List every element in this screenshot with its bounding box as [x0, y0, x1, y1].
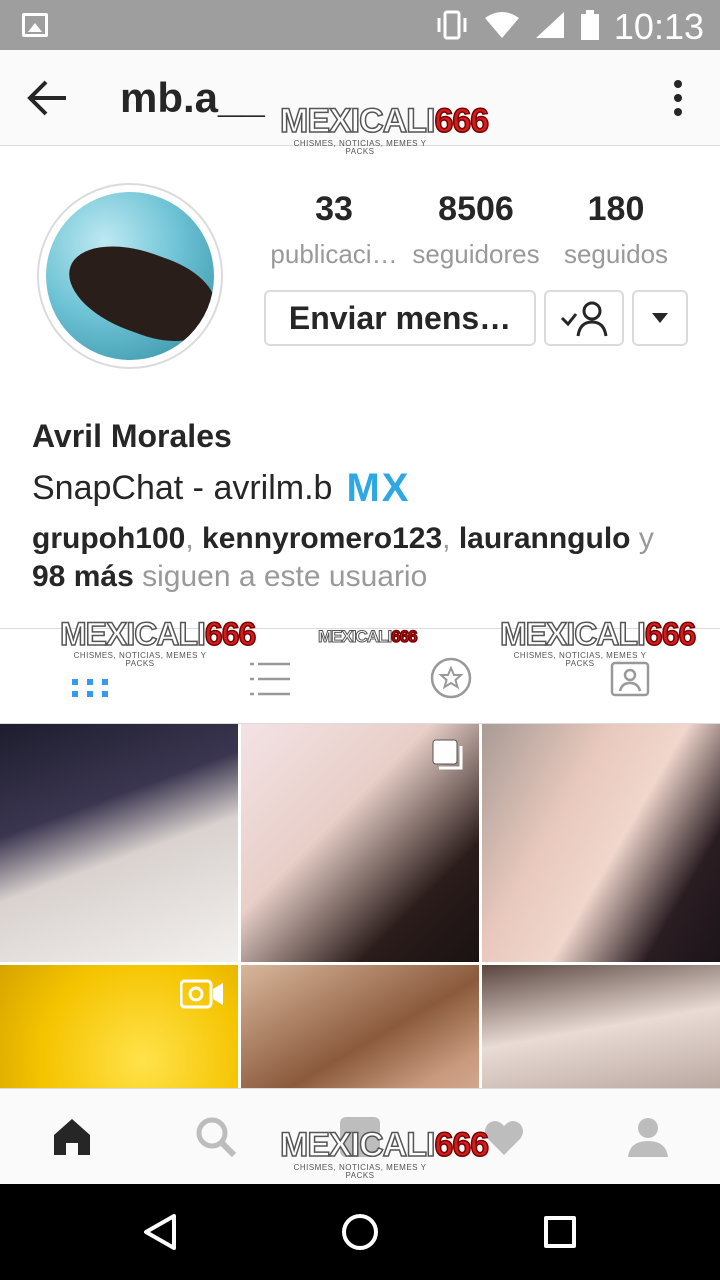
video-camera-icon: [180, 979, 223, 1009]
post-thumbnail[interactable]: [0, 724, 238, 962]
saved-star-icon[interactable]: [430, 657, 472, 699]
profile-avatar[interactable]: [37, 183, 223, 369]
watermark-logo: MEXICALI666 CHISMES, NOTICIAS, MEMES Y P…: [279, 1126, 490, 1180]
following-check-icon: [560, 301, 608, 337]
post-thumbnail[interactable]: [482, 724, 720, 962]
gallery-notification-icon: [22, 13, 48, 37]
chevron-down-icon: [652, 313, 668, 323]
status-bar: 10:13: [0, 0, 720, 50]
post-thumbnail[interactable]: [241, 724, 479, 962]
post-thumbnail[interactable]: [241, 965, 479, 1088]
carousel-icon: [432, 739, 463, 770]
post-thumbnail[interactable]: [482, 965, 720, 1088]
wifi-icon: [485, 12, 519, 38]
search-icon[interactable]: [194, 1115, 238, 1159]
profile-bio: SnapChat - avrilm.b MX: [32, 466, 410, 511]
suggestions-dropdown-button[interactable]: [632, 290, 688, 346]
system-back-icon[interactable]: [142, 1214, 178, 1250]
list-view-icon[interactable]: [250, 659, 290, 699]
following-button[interactable]: [544, 290, 624, 346]
watermark-logo: MEXICALI666 CHISMES, NOTICIAS, MEMES Y P…: [59, 616, 257, 668]
following-stat[interactable]: 180 seguidos: [556, 190, 676, 270]
vibrate-icon: [437, 10, 467, 40]
watermark-logo: MEXICALI666: [317, 627, 418, 646]
profile-full-name: Avril Morales: [32, 418, 232, 454]
signal-icon: [536, 12, 564, 38]
post-thumbnail[interactable]: [0, 965, 238, 1088]
back-arrow-icon[interactable]: [26, 78, 70, 118]
status-time: 10:13: [613, 6, 704, 47]
posts-stat: 33 publicaci…: [270, 190, 398, 269]
send-message-button[interactable]: Enviar mens…: [264, 290, 536, 346]
home-icon[interactable]: [50, 1115, 94, 1159]
more-options-icon[interactable]: [672, 76, 684, 120]
mx-flag-text: MX: [346, 466, 411, 510]
activity-heart-icon[interactable]: [482, 1115, 526, 1159]
system-home-icon[interactable]: [342, 1214, 378, 1250]
bio-text: SnapChat - avrilm.b: [32, 469, 333, 507]
header-username: mb.a__: [120, 74, 265, 121]
followers-stat[interactable]: 8506 seguidores: [404, 190, 548, 270]
followed-by-text[interactable]: grupoh100, kennyromero123, lauranngulo y…: [32, 520, 692, 596]
profile-icon[interactable]: [626, 1115, 670, 1159]
watermark-logo: MEXICALI666 CHISMES, NOTICIAS, MEMES Y P…: [499, 616, 697, 668]
photo-grid: [0, 724, 720, 1088]
system-navigation-bar: [0, 1184, 720, 1280]
watermark-logo: MEXICALI666 CHISMES, NOTICIAS, MEMES Y P…: [279, 102, 490, 156]
battery-icon: [581, 10, 599, 40]
system-recents-icon[interactable]: [544, 1216, 576, 1248]
avatar-image: [46, 192, 214, 360]
